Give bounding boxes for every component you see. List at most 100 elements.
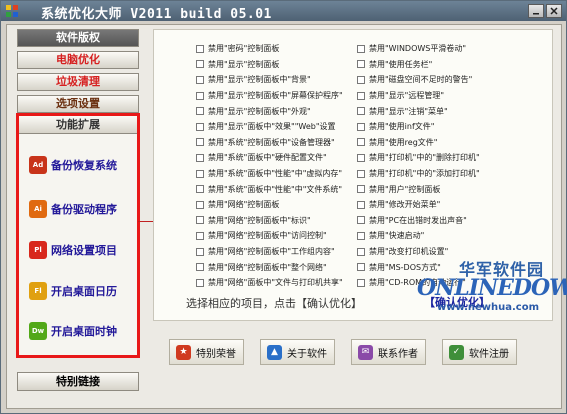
option-row[interactable]: 禁用"显示"注销"菜单" <box>357 103 480 119</box>
option-row[interactable]: 禁用"修改开始菜单" <box>357 197 480 213</box>
instruction-hint: 选择相应的项目，点击【确认优化】 <box>186 297 362 310</box>
checkbox[interactable] <box>196 263 204 272</box>
option-row[interactable]: 禁用"打印机"中的"添加打印机" <box>357 166 480 182</box>
checkbox[interactable] <box>196 107 204 116</box>
feature-desktop-calendar[interactable]: Fl 开启桌面日历 <box>29 282 117 300</box>
option-row[interactable]: 禁用"PC在出错时发出声音" <box>357 213 480 229</box>
checkbox[interactable] <box>357 169 365 178</box>
checkbox[interactable] <box>196 60 204 69</box>
site-watermark: 华军软件园 ONLINEDOWN www.newhua.com <box>415 256 567 326</box>
about-button[interactable]: ▲ 关于软件 <box>260 339 335 365</box>
checkbox[interactable] <box>357 138 365 147</box>
checkbox[interactable] <box>196 91 204 100</box>
option-row[interactable]: 禁用"使用inf文件" <box>357 119 480 135</box>
checkbox[interactable] <box>196 138 204 147</box>
feature-network-settings[interactable]: Pl 网络设置项目 <box>29 241 117 259</box>
option-row[interactable]: 禁用"网络"控制面板中"工作组内容" <box>196 244 343 260</box>
menu-options[interactable]: 选项设置 <box>17 95 139 113</box>
menu-optimize[interactable]: 电脑优化 <box>17 51 139 69</box>
checkbox[interactable] <box>196 200 204 209</box>
option-row[interactable]: 禁用"显示"控制面板中"背景" <box>196 72 343 88</box>
checkbox[interactable] <box>357 107 365 116</box>
feature-backup-driver[interactable]: Ai 备份驱动程序 <box>29 200 117 218</box>
honor-button[interactable]: ★ 特别荣誉 <box>169 339 244 365</box>
checkbox[interactable] <box>196 247 204 256</box>
option-row[interactable]: 禁用"系统"控制面板中"设备管理器" <box>196 135 343 151</box>
feature-expand-header[interactable]: 功能扩展 <box>19 116 137 134</box>
option-row[interactable]: 禁用"WINDOWS平滑卷动" <box>357 41 480 57</box>
feature-expand-panel: 功能扩展 Ad 备份恢复系统 Ai 备份驱动程序 Pl 网络设置项目 Fl 开启… <box>16 113 140 358</box>
option-row[interactable]: 禁用"快速启动" <box>357 228 480 244</box>
checkbox[interactable] <box>196 75 204 84</box>
option-row[interactable]: 禁用"密码"控制面板 <box>196 41 343 57</box>
option-row[interactable]: 禁用"网络"面板中"文件与打印机共享" <box>196 275 343 291</box>
checkbox[interactable] <box>196 216 204 225</box>
checkbox[interactable] <box>196 185 204 194</box>
mail-icon: ✉ <box>358 344 373 360</box>
option-row[interactable]: 禁用"显示"远程管理" <box>357 88 480 104</box>
checkbox[interactable] <box>357 247 365 256</box>
checkbox[interactable] <box>357 91 365 100</box>
option-row[interactable]: 禁用"网络"控制面板中"访问控制" <box>196 228 343 244</box>
menu-cleanup[interactable]: 垃圾清理 <box>17 73 139 91</box>
left-menu: 软件版权 电脑优化 垃圾清理 选项设置 功能扩展 Ad 备份恢复系统 Ai 备份… <box>16 29 140 399</box>
option-row[interactable]: 禁用"网络"控制面板中"整个网络" <box>196 259 343 275</box>
checkbox[interactable] <box>357 44 365 53</box>
checkbox[interactable] <box>357 185 365 194</box>
options-column-right: 禁用"WINDOWS平滑卷动" 禁用"使用任务栏" 禁用"磁盘空间不足时的警告"… <box>357 41 480 291</box>
option-row[interactable]: 禁用"显示"面板中"效果""Web"设置 <box>196 119 343 135</box>
option-row[interactable]: 禁用"使用reg文件" <box>357 135 480 151</box>
option-row[interactable]: 禁用"使用任务栏" <box>357 57 480 73</box>
app-window: 系统优化大师 V2011 build 05.01 软件版权 电脑优化 垃圾清理 … <box>0 0 567 414</box>
option-row[interactable]: 禁用"系统"面板中"性能"中"虚拟内存" <box>196 166 343 182</box>
close-button[interactable] <box>546 4 562 18</box>
checkbox[interactable] <box>357 231 365 240</box>
option-row[interactable]: 禁用"显示"控制面板中"外观" <box>196 103 343 119</box>
star-icon: ★ <box>176 344 191 360</box>
option-row[interactable]: 禁用"系统"面板中"硬件配置文件" <box>196 150 343 166</box>
register-button[interactable]: ✓ 软件注册 <box>442 339 517 365</box>
checkbox[interactable] <box>357 278 365 287</box>
close-icon <box>550 7 558 15</box>
checkbox[interactable] <box>196 169 204 178</box>
checkbox[interactable] <box>357 60 365 69</box>
option-row[interactable]: 禁用"打印机"中的"删除打印机" <box>357 150 480 166</box>
app-icon <box>6 5 18 17</box>
watermark-en: ONLINEDOWN <box>417 275 567 301</box>
network-icon: Pl <box>29 241 47 259</box>
option-row[interactable]: 禁用"用户"控制面板 <box>357 181 480 197</box>
calendar-icon: Fl <box>29 282 47 300</box>
watermark-url: www.newhua.com <box>437 302 540 313</box>
option-row[interactable]: 禁用"磁盘空间不足时的警告" <box>357 72 480 88</box>
checkbox[interactable] <box>357 200 365 209</box>
checkbox[interactable] <box>357 153 365 162</box>
about-icon: ▲ <box>267 344 282 360</box>
checkbox[interactable] <box>357 122 365 131</box>
checkbox[interactable] <box>196 231 204 240</box>
register-icon: ✓ <box>449 344 464 360</box>
option-row[interactable]: 禁用"网络"控制面板 <box>196 197 343 213</box>
option-row[interactable]: 禁用"显示"控制面板中"屏幕保护程序" <box>196 88 343 104</box>
checkbox[interactable] <box>196 278 204 287</box>
options-column-left: 禁用"密码"控制面板 禁用"显示"控制面板 禁用"显示"控制面板中"背景" 禁用… <box>196 41 343 291</box>
feature-desktop-clock[interactable]: Dw 开启桌面时钟 <box>29 322 117 340</box>
menu-copyright[interactable]: 软件版权 <box>17 29 139 47</box>
feature-backup-system[interactable]: Ad 备份恢复系统 <box>29 156 117 174</box>
title-bar[interactable]: 系统优化大师 V2011 build 05.01 <box>1 1 566 22</box>
special-links-button[interactable]: 特别链接 <box>17 372 139 391</box>
driver-icon: Ai <box>29 200 47 218</box>
option-row[interactable]: 禁用"网络"控制面板中"标识" <box>196 213 343 229</box>
option-row[interactable]: 禁用"显示"控制面板 <box>196 57 343 73</box>
minimize-button[interactable] <box>528 4 544 18</box>
checkbox[interactable] <box>196 44 204 53</box>
backup-icon: Ad <box>29 156 47 174</box>
option-row[interactable]: 禁用"系统"面板中"性能"中"文件系统" <box>196 181 343 197</box>
checkbox[interactable] <box>357 263 365 272</box>
checkbox[interactable] <box>357 75 365 84</box>
contact-author-button[interactable]: ✉ 联系作者 <box>351 339 426 365</box>
window-title: 系统优化大师 V2011 build 05.01 <box>41 7 272 22</box>
main-content: 软件版权 电脑优化 垃圾清理 选项设置 功能扩展 Ad 备份恢复系统 Ai 备份… <box>6 24 567 409</box>
checkbox[interactable] <box>196 122 204 131</box>
checkbox[interactable] <box>196 153 204 162</box>
checkbox[interactable] <box>357 216 365 225</box>
